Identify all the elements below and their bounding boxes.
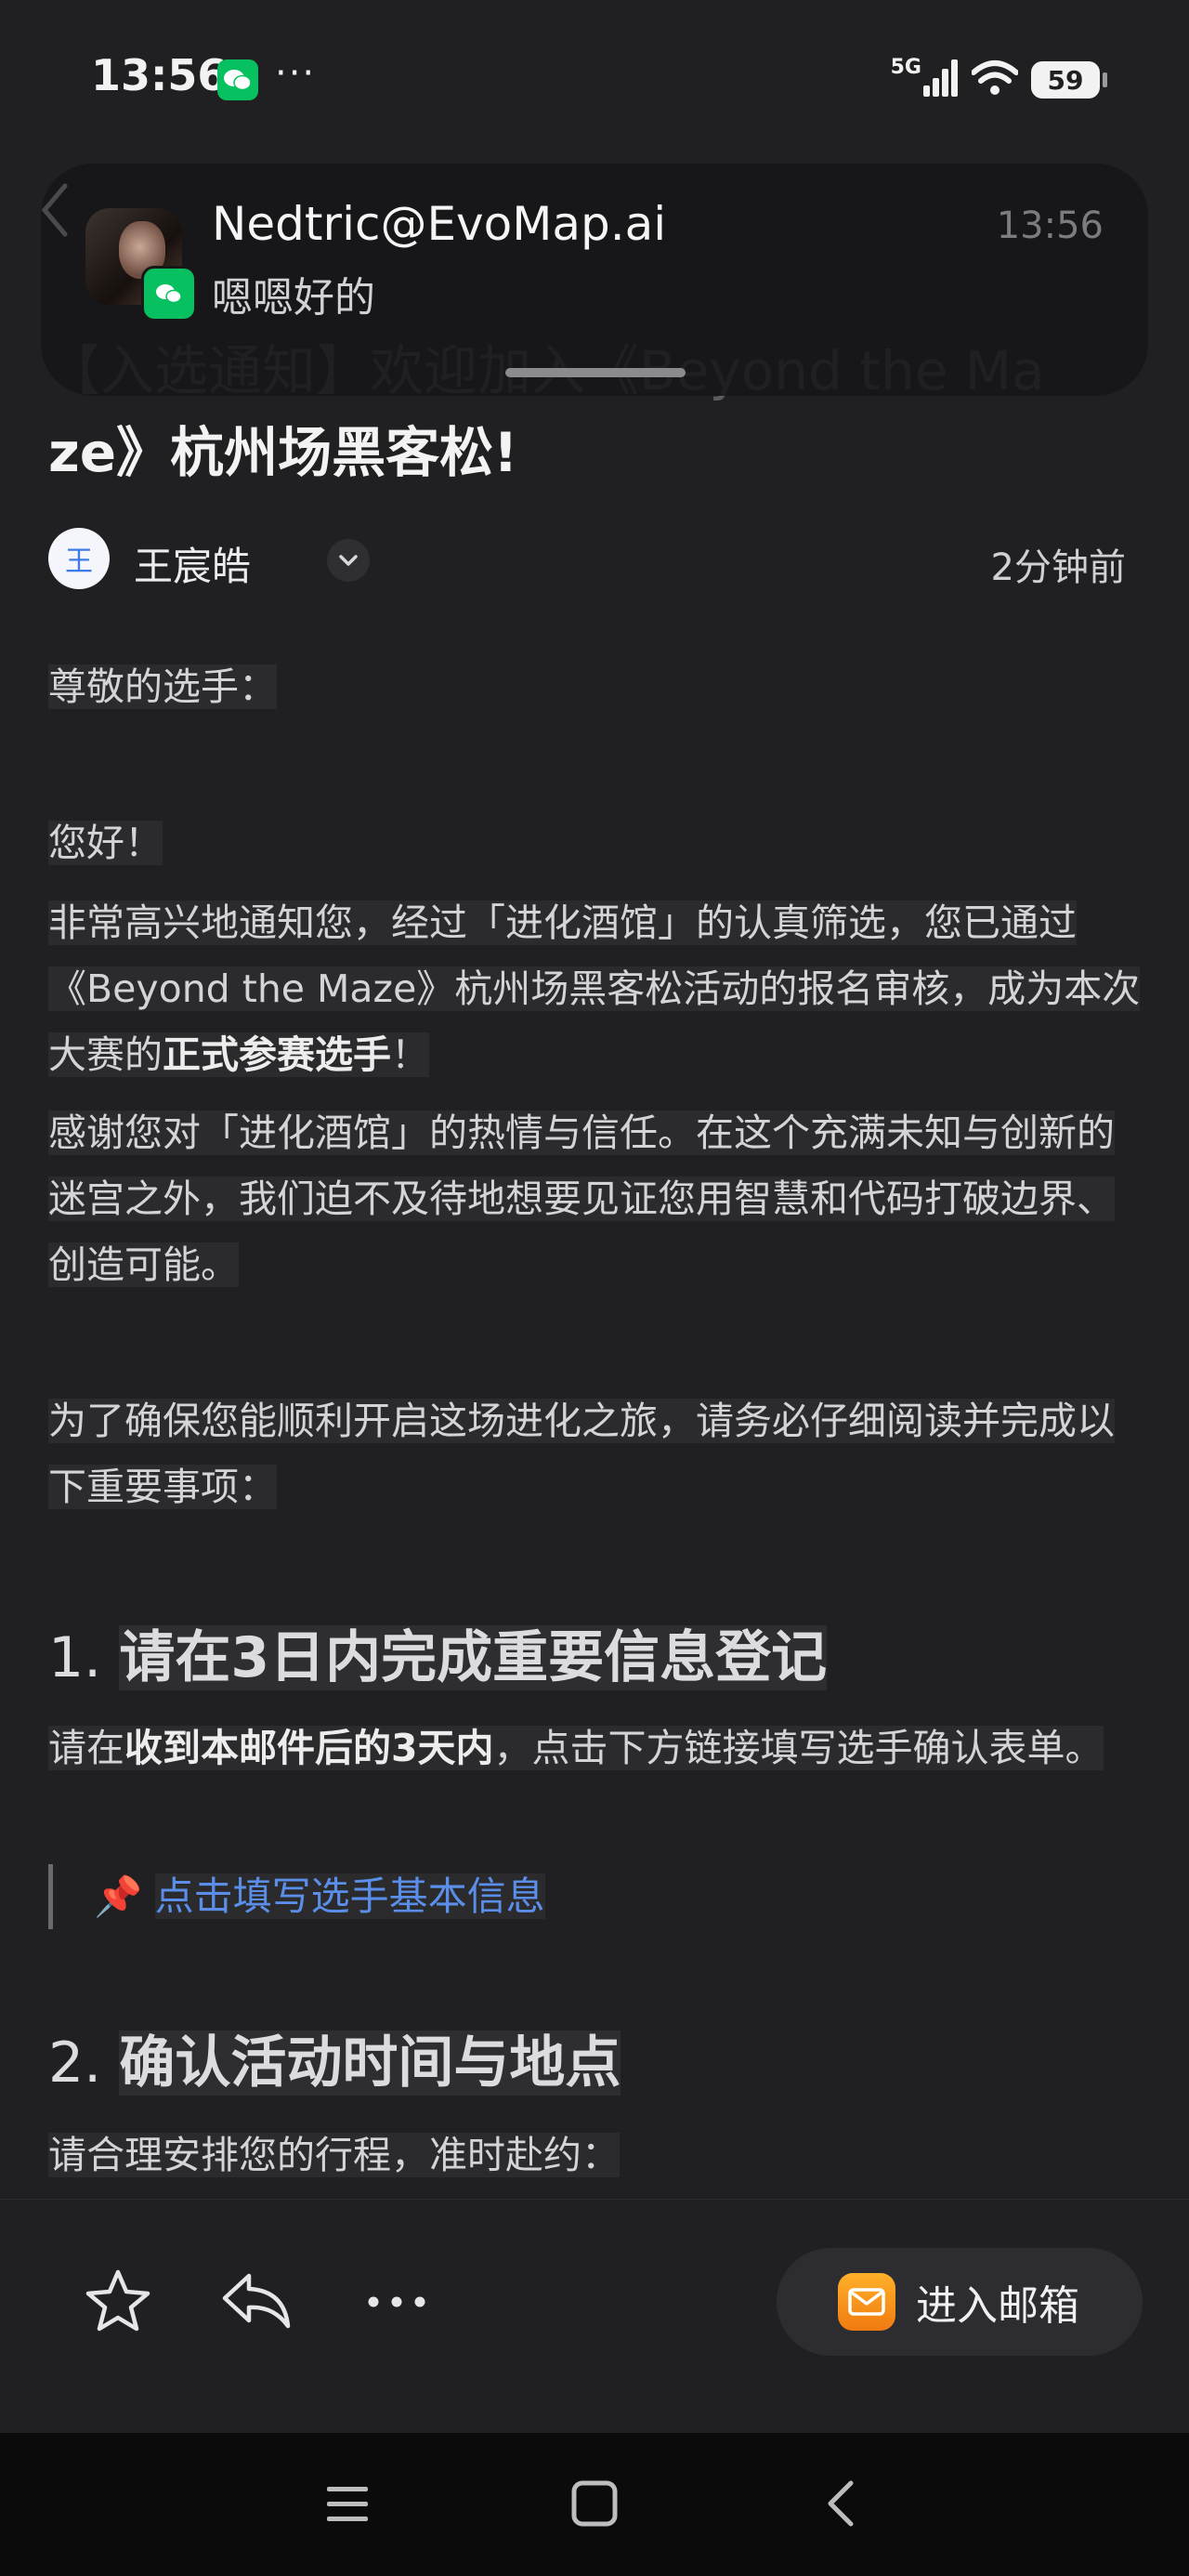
battery-level: 59: [1047, 64, 1084, 96]
system-nav-bar: [0, 2433, 1189, 2576]
menu-icon[interactable]: [325, 2483, 370, 2526]
mailbox-icon: [838, 2273, 895, 2331]
reply-icon[interactable]: [219, 2268, 294, 2333]
enter-mailbox-button[interactable]: 进入邮箱: [777, 2248, 1143, 2356]
more-icon[interactable]: [364, 2283, 429, 2320]
section-2-heading: 2. 确认活动时间与地点: [48, 2031, 621, 2096]
enter-mailbox-label: 进入邮箱: [916, 2282, 1079, 2330]
section-1-heading: 1. 请在3日内完成重要信息登记: [48, 1625, 828, 1690]
avatar-letter: 王: [65, 545, 93, 578]
fill-info-link[interactable]: 点击填写选手基本信息: [154, 1873, 545, 1919]
star-icon[interactable]: [84, 2267, 152, 2335]
info-link-quote: 📌 点击填写选手基本信息: [48, 1864, 1116, 1929]
paragraph-2: 感谢您对「进化酒馆」的热情与信任。在这个充满未知与创新的迷宫之外，我们迫不及待地…: [48, 1111, 1115, 1287]
status-right-cluster: 5G 59: [890, 54, 1107, 106]
back-chevron-icon[interactable]: [41, 182, 69, 238]
wechat-icon: [217, 59, 258, 100]
wifi-icon: [971, 59, 1019, 100]
battery-icon: 59: [1031, 61, 1107, 99]
signal-icon: [923, 59, 959, 100]
section-2-text: 请合理安排您的行程，准时赴约：: [48, 2133, 620, 2177]
sender-row: 王 王宸皓 2分钟前: [48, 526, 1126, 591]
paragraph-1: 非常高兴地通知您，经过「进化酒馆」的认真筛选，您已通过《Beyond the M…: [48, 900, 1141, 1077]
email-action-bar: 进入邮箱: [0, 2199, 1189, 2434]
wechat-icon: [141, 266, 197, 322]
home-icon[interactable]: [570, 2479, 619, 2528]
network-type: 5G: [890, 55, 921, 79]
notification-drag-handle[interactable]: [505, 368, 686, 377]
status-bar: 13:56 ··· 5G 59: [0, 0, 1189, 149]
pin-icon: 📌: [94, 1873, 143, 1919]
sender-name[interactable]: 王宸皓: [134, 535, 251, 592]
sender-avatar[interactable]: 王: [48, 528, 110, 589]
hello: 您好！: [48, 821, 163, 865]
notification-title: Nedtric@EvoMap.ai: [212, 197, 667, 251]
status-more: ···: [275, 52, 317, 95]
bold-official-participant: 正式参赛选手: [163, 1032, 391, 1077]
greeting: 尊敬的选手：: [48, 664, 277, 709]
paragraph-3: 为了确保您能顺利开启这场进化之旅，请务必仔细阅读并完成以下重要事项：: [48, 1399, 1115, 1509]
back-icon[interactable]: [821, 2477, 858, 2530]
notification-message: 嗯嗯好的: [212, 274, 375, 322]
status-time: 13:56: [91, 50, 228, 100]
section-1-text: 请在收到本邮件后的3天内，点击下方链接填写选手确认表单。: [48, 1726, 1104, 1770]
sent-time: 2分钟前: [990, 546, 1126, 589]
notification-time: 13:56: [996, 204, 1104, 247]
email-subject-line2: ze》杭州场黑客松!: [48, 421, 518, 484]
chevron-down-icon[interactable]: [327, 539, 370, 582]
